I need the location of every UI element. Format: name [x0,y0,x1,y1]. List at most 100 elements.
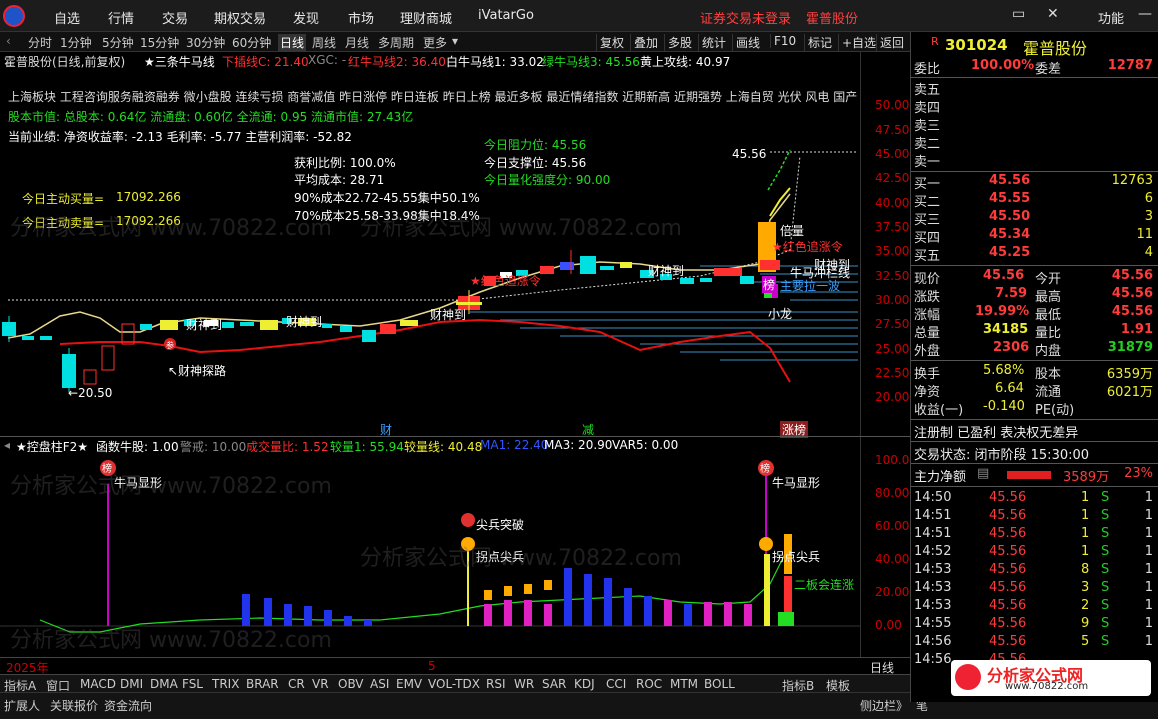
tab-extend[interactable]: 扩展人 [4,697,40,714]
active-sell-value: 17092.266 [116,214,181,228]
tab-sar[interactable]: SAR [542,677,566,691]
login-notice[interactable]: 证券交易未登录 [700,8,791,27]
tool-huaxian[interactable]: 画线 [732,34,763,51]
bar [564,568,572,626]
cost-90: 90%成本22.72-45.55集中50.1% [294,191,480,205]
high-label: 最高 [1035,290,1062,305]
menu-hangqing[interactable]: 行情 [108,8,134,27]
tick-time: 14:50 [914,490,952,505]
tab-asi[interactable]: ASI [370,677,389,691]
annot-red-chase-2: ★红色追涨令 [772,240,843,254]
period-monthly[interactable]: 月线 [345,34,369,51]
annot-double-vol: 倍量 [780,224,805,238]
tool-diejia[interactable]: 叠加 [630,34,661,51]
menu-zixuan[interactable]: 自选 [54,8,80,27]
can-marker-label: 参 [166,340,174,350]
chevron-down-icon[interactable]: ▾ [452,34,458,48]
tick-vol: 8 [1081,562,1090,577]
tool-add-watchlist[interactable]: +自选 [838,34,879,51]
bid1-price: 45.56 [989,173,1031,188]
menu-options[interactable]: 期权交易 [214,8,266,27]
sub-ma3: MA3: 20.90 [544,438,613,452]
tab-cci[interactable]: CCI [606,677,626,691]
net-flow-pct: 23% [1124,466,1153,481]
tab-related-quote[interactable]: 关联报价 [50,697,98,714]
tool-tongji[interactable]: 统计 [698,34,729,51]
tab-capital-flow[interactable]: 资金流向 [104,697,152,714]
close-icon[interactable]: ✕ [1047,6,1059,22]
tab-fsl[interactable]: FSL [182,677,203,691]
function-menu[interactable]: 功能 [1098,8,1124,27]
chevron-left-icon[interactable]: ‹ [6,34,11,48]
bid5-vol: 4 [1144,245,1153,260]
sub-collapse-icon[interactable]: ◂ [4,438,10,452]
annot-strong-wave: 主要拉一波 [780,279,841,293]
tool-fuquan[interactable]: 复权 [596,34,627,51]
minimize-icon[interactable]: — [1138,6,1152,22]
tool-biaoji[interactable]: 标记 [804,34,835,51]
tab-mtm[interactable]: MTM [670,677,698,691]
period-more[interactable]: 更多 [423,34,447,51]
bid5-price: 45.25 [989,245,1031,260]
change-value: 7.59 [995,286,1028,301]
high-price: 45.56 [1111,286,1153,301]
eps-label: 收益(一) [914,403,964,418]
period-60min[interactable]: 60分钟 [232,34,271,51]
tab-dma[interactable]: DMA [150,677,178,691]
period-fenshi[interactable]: 分时 [28,34,52,51]
indicator-name[interactable]: ★三条牛马线 [144,53,215,70]
tab-brar[interactable]: BRAR [246,677,279,691]
bar [724,602,732,626]
period-daily[interactable]: 日线 [278,34,307,51]
tab-kdj[interactable]: KDJ [574,677,595,691]
menu-shichang[interactable]: 市场 [348,8,374,27]
tab-vol-tdx[interactable]: VOL-TDX [428,677,480,691]
bar [242,594,250,626]
sub-warning: 警戒: 10.00 [180,440,247,454]
tool-duogu[interactable]: 多股 [664,34,695,51]
tool-back[interactable]: 返回 [876,34,907,51]
tick-price: 45.56 [989,508,1027,523]
restore-icon[interactable]: ▭ [1012,6,1025,22]
period-30min[interactable]: 30分钟 [186,34,225,51]
sidebar-toggle[interactable]: 侧边栏》 [860,697,908,714]
tab-obv[interactable]: OBV [338,677,364,691]
volume-value: 34185 [983,322,1029,337]
annot-small-dragon: 小龙 [768,307,793,321]
app-window: 自选 行情 交易 期权交易 发现 市场 理财商城 iVatarGo 证券交易未登… [0,0,1158,719]
menu-jiaoyi[interactable]: 交易 [162,8,188,27]
tab-cr[interactable]: CR [288,677,305,691]
tab-macd[interactable]: MACD [80,677,116,691]
tab-vr[interactable]: VR [312,677,329,691]
tab-emv[interactable]: EMV [396,677,422,691]
menu-licai[interactable]: 理财商城 [400,8,452,27]
menu-ivatar[interactable]: iVatarGo [478,8,534,23]
period-15min[interactable]: 15分钟 [140,34,179,51]
bar [604,578,612,626]
sub-indicator-name[interactable]: ★控盘柱F2★ [16,438,88,455]
tab-trix[interactable]: TRIX [212,677,239,691]
tool-f10[interactable]: F10 [770,34,799,48]
tab-boll[interactable]: BOLL [704,677,735,691]
stock-link[interactable]: 霍普股份 [806,8,858,27]
bar [664,600,672,626]
period-weekly[interactable]: 周线 [312,34,336,51]
shares-label: 股本 [1035,367,1062,382]
tick-time: 14:53 [914,580,952,595]
cost-70: 70%成本25.58-33.98集中18.4% [294,209,480,223]
current-label: 现价 [914,272,941,287]
axis-tick: 40.00 [875,552,910,566]
bar [784,576,792,612]
tab-rsi[interactable]: RSI [486,677,506,691]
period-1min[interactable]: 1分钟 [60,34,92,51]
period-multi[interactable]: 多周期 [378,34,414,51]
brand-logo-icon [955,664,981,690]
tab-roc[interactable]: ROC [636,677,662,691]
indicator-tab-bar: 指标A 窗口 MACD DMI DMA FSL TRIX BRAR CR VR … [0,674,910,693]
menu-icon[interactable]: ▤ [977,466,989,481]
menu-faxian[interactable]: 发现 [293,8,319,27]
tab-dmi[interactable]: DMI [120,677,143,691]
tab-wr[interactable]: WR [514,677,534,691]
period-5min[interactable]: 5分钟 [102,34,134,51]
tick-price: 45.56 [989,598,1027,613]
